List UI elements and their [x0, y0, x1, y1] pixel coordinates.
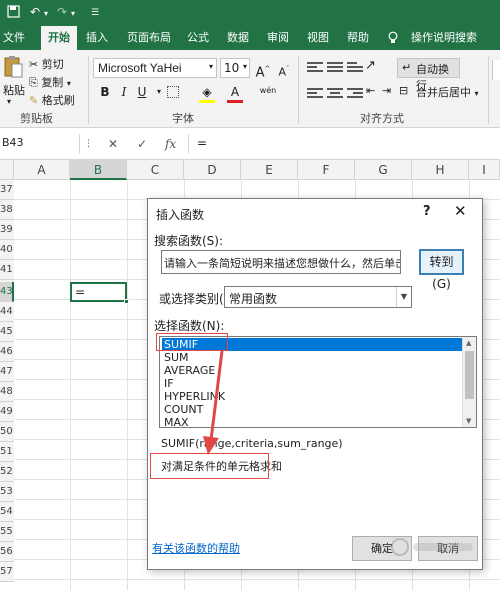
watermark-logo [389, 536, 479, 564]
annotation-arrow [203, 350, 224, 455]
